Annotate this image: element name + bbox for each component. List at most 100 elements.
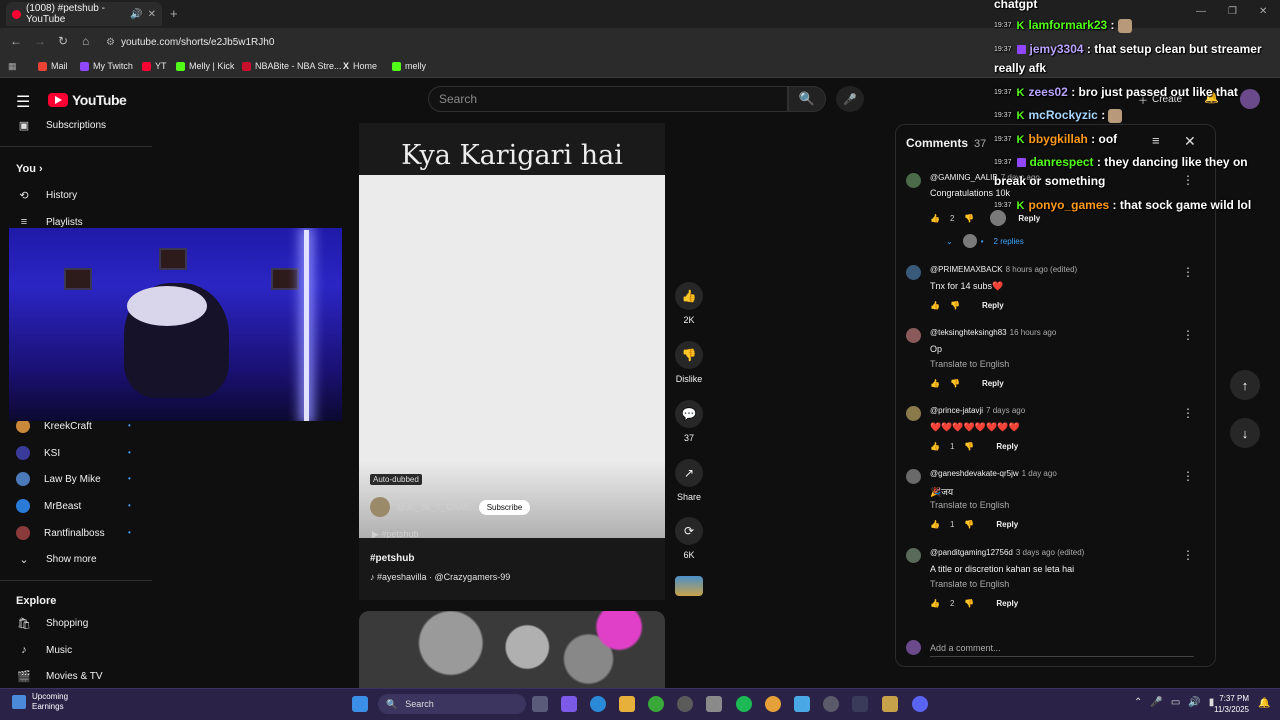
avatar[interactable]	[906, 406, 921, 421]
reply-button[interactable]: Reply	[982, 379, 1004, 388]
new-tab-button[interactable]: +	[170, 6, 178, 21]
sidebar-you-heading[interactable]: You ›	[16, 163, 43, 175]
app-icon[interactable]	[882, 696, 898, 712]
minimize-icon[interactable]: —	[1196, 6, 1206, 17]
sidebar-item-subscriptions[interactable]: ▣ Subscriptions	[16, 119, 106, 132]
sound-thumbnail[interactable]	[675, 576, 703, 596]
reply-button[interactable]: Reply	[1018, 214, 1040, 223]
thumbs-down-icon[interactable]: 👎	[950, 301, 960, 310]
sort-icon[interactable]: ≡	[1152, 133, 1160, 148]
thumbs-up-icon[interactable]: 👍	[930, 442, 940, 451]
translate-link[interactable]: Translate to English	[930, 500, 1009, 510]
avatar[interactable]	[370, 497, 390, 517]
bookmark-yt[interactable]: YT	[142, 61, 167, 71]
bookmark-kick[interactable]: Melly | Kick	[176, 61, 234, 71]
voice-search-button[interactable]: 🎤	[836, 86, 864, 112]
next-short-preview[interactable]	[359, 611, 665, 691]
browser-tab[interactable]: (1008) #petshub - YouTube 🔊 ✕	[6, 2, 162, 26]
sidebar-item-playlists[interactable]: ≡ Playlists	[16, 216, 83, 228]
taskbar-widget[interactable]: Upcoming Earnings	[12, 692, 68, 712]
sidebar-item-rantfinalboss[interactable]: Rantfinalboss	[16, 526, 105, 540]
sidebar-show-more[interactable]: ⌄ Show more	[16, 553, 96, 566]
like-button[interactable]: 👍 2K	[675, 282, 703, 325]
sidebar-item-music[interactable]: ♪ Music	[16, 644, 72, 656]
more-options-icon[interactable]: ⋮	[1182, 265, 1194, 279]
restore-icon[interactable]: ❐	[1228, 6, 1237, 17]
thumbs-up-icon[interactable]: 👍	[930, 520, 940, 529]
short-channel-name[interactable]: @30_36_Y_GAME	[396, 502, 473, 512]
view-replies-button[interactable]: ⌄ • 2 replies	[946, 234, 1024, 248]
thumbs-down-icon[interactable]: 👎	[964, 520, 974, 529]
hamburger-menu-icon[interactable]: ☰	[16, 92, 30, 112]
more-options-icon[interactable]: ⋮	[1182, 548, 1194, 562]
forward-icon[interactable]: →	[34, 34, 46, 48]
thumbs-down-icon[interactable]: 👎	[964, 599, 974, 608]
close-window-icon[interactable]: ✕	[1259, 6, 1267, 17]
reply-button[interactable]: Reply	[996, 520, 1018, 529]
account-avatar[interactable]	[1240, 89, 1260, 109]
comment-author[interactable]: @ganeshdevakate-qr5jw 1 day ago	[930, 469, 1057, 478]
thumbs-up-icon[interactable]: 👍	[930, 214, 940, 223]
comment-author[interactable]: @PRIMEMAXBACK 8 hours ago (edited)	[930, 265, 1077, 274]
avatar[interactable]	[906, 469, 921, 484]
next-short-button[interactable]: ↓	[1230, 418, 1260, 448]
task-view-icon[interactable]	[532, 696, 548, 712]
thumbs-down-icon[interactable]: 👎	[964, 214, 974, 223]
tab-audio-icon[interactable]: 🔊	[130, 9, 142, 20]
taskbar-clock[interactable]: 7:37 PM 11/3/2025	[1214, 693, 1249, 715]
avatar[interactable]	[906, 173, 921, 188]
obs-icon[interactable]	[677, 696, 693, 712]
more-options-icon[interactable]: ⋮	[1182, 469, 1194, 483]
previous-short-button[interactable]: ↑	[1230, 370, 1260, 400]
close-icon[interactable]: ✕	[1184, 133, 1196, 150]
comment-author[interactable]: @teksinghteksingh83 16 hours ago	[930, 328, 1056, 337]
bookmark-nbabite[interactable]: NBABite - NBA Stre...	[242, 61, 342, 71]
comment-author[interactable]: @prince-jatavji 7 days ago	[930, 406, 1025, 415]
volume-icon[interactable]: 🔊	[1188, 697, 1200, 708]
network-icon[interactable]: ▭	[1171, 697, 1180, 708]
mic-icon[interactable]: 🎤	[1150, 697, 1162, 708]
file-explorer-icon[interactable]	[619, 696, 635, 712]
reply-button[interactable]: Reply	[982, 301, 1004, 310]
sidebar-item-history[interactable]: ⟲ History	[16, 189, 77, 202]
photos-icon[interactable]	[794, 696, 810, 712]
back-icon[interactable]: ←	[10, 34, 22, 48]
bookmark-home[interactable]: X Home	[343, 61, 377, 71]
translate-link[interactable]: Translate to English	[930, 359, 1009, 369]
app-icon[interactable]	[852, 696, 868, 712]
chrome-icon[interactable]	[765, 696, 781, 712]
avatar[interactable]	[906, 548, 921, 563]
discord-icon[interactable]	[912, 696, 928, 712]
thumbs-down-icon[interactable]: 👎	[950, 379, 960, 388]
search-input[interactable]: Search	[428, 86, 788, 112]
tab-close-icon[interactable]: ✕	[148, 9, 156, 20]
home-icon[interactable]: ⌂	[82, 34, 89, 48]
comment-author[interactable]: @panditgaming12756d 3 days ago (edited)	[930, 548, 1084, 557]
translate-link[interactable]: Translate to English	[930, 579, 1009, 589]
notification-bell-icon[interactable]: 🔔	[1258, 698, 1270, 709]
thumbs-up-icon[interactable]: 👍	[930, 379, 940, 388]
more-options-icon[interactable]: ⋮	[1182, 173, 1194, 187]
short-hashtag[interactable]: #petshub	[370, 553, 414, 564]
bookmark-my-twitch[interactable]: My Twitch	[80, 61, 133, 71]
taskbar-search[interactable]: 🔍 Search	[378, 694, 526, 714]
avatar[interactable]	[906, 265, 921, 280]
sidebar-item-ksi[interactable]: KSI	[16, 446, 60, 460]
thumbs-down-icon[interactable]: 👎	[964, 442, 974, 451]
thumbs-up-icon[interactable]: 👍	[930, 301, 940, 310]
spotify-icon[interactable]	[736, 696, 752, 712]
short-music-credit[interactable]: ♪ #ayeshavilla · @Crazygamers-99	[370, 572, 510, 582]
youtube-logo[interactable]: YouTube	[48, 92, 127, 108]
reload-icon[interactable]: ↻	[58, 34, 68, 48]
url-field[interactable]: ⚙ youtube.com/shorts/e2Jb5w1RJh0	[106, 33, 986, 51]
reply-button[interactable]: Reply	[996, 599, 1018, 608]
windows-start-icon[interactable]	[352, 696, 368, 712]
remix-button[interactable]: ⟳ 6K	[675, 517, 703, 560]
sidebar-item-shopping[interactable]: 🛍 Shopping	[16, 617, 88, 630]
edge-icon[interactable]	[590, 696, 606, 712]
xbox-icon[interactable]	[648, 696, 664, 712]
search-button[interactable]: 🔍	[788, 86, 826, 112]
more-options-icon[interactable]: ⋮	[1182, 328, 1194, 342]
dislike-button[interactable]: 👎 Dislike	[672, 341, 706, 384]
bookmark-melly[interactable]: melly	[392, 61, 426, 71]
